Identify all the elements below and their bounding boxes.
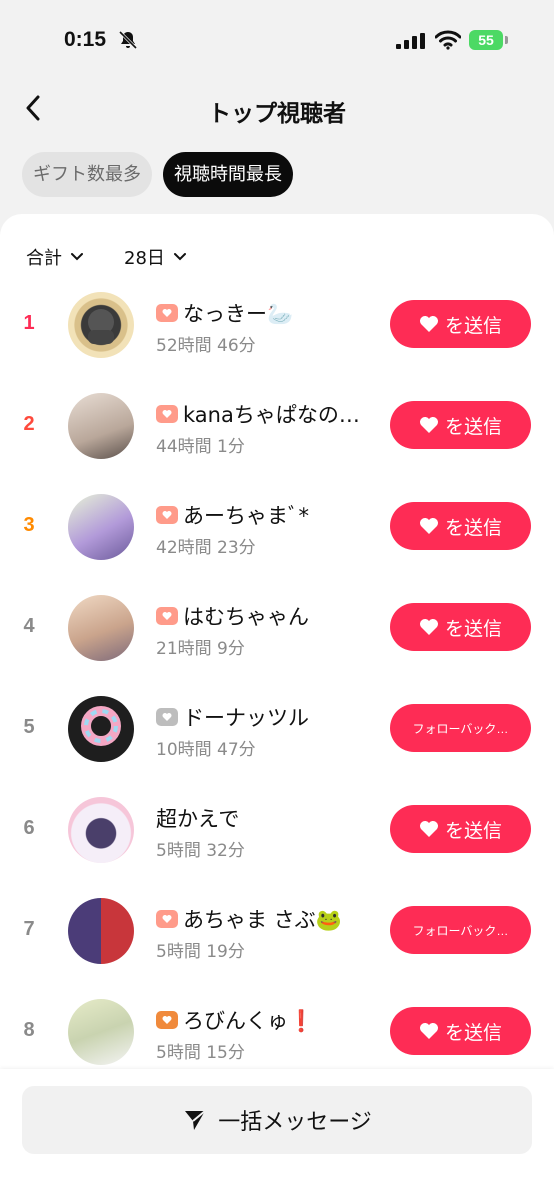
- watch-duration: 5時間 32分: [156, 841, 245, 861]
- viewer-name: あちゃま さぶ🐸: [183, 908, 342, 932]
- send-gift-button[interactable]: を送信: [390, 805, 531, 853]
- heart-icon: [419, 1023, 438, 1039]
- rank-number: 7: [23, 918, 35, 940]
- avatar[interactable]: [68, 999, 134, 1065]
- chevron-down-icon: [173, 253, 186, 261]
- follow-back-label: フォローバック…: [412, 923, 509, 938]
- follow-back-label: フォローバック…: [412, 721, 509, 736]
- chevron-down-icon: [71, 253, 83, 261]
- viewer-sheet: 合計 28日 1 なっきー🦢 52時間 46分 を送信 2 kanaちゃぱなの……: [0, 214, 554, 1200]
- tab-longest-watch-time[interactable]: 視聴時間最長: [163, 152, 293, 197]
- bulk-message-button[interactable]: 一括メッセージ: [22, 1086, 532, 1154]
- rank-number: 3: [23, 514, 35, 536]
- heart-icon: [419, 417, 438, 433]
- battery-cap: [505, 36, 508, 44]
- status-bar: 0:15 55: [0, 0, 554, 84]
- watch-duration: 5時間 19分: [156, 942, 245, 962]
- status-time: 0:15: [64, 28, 107, 51]
- cellular-signal-icon: [396, 33, 425, 49]
- send-gift-label: を送信: [444, 618, 502, 640]
- list-item[interactable]: 7 あちゃま さぶ🐸 5時間 19分 フォローバック…: [0, 880, 554, 980]
- viewer-name: ろびんくゅ❗: [183, 1009, 315, 1033]
- filters: 合計 28日: [26, 244, 187, 270]
- heart-icon: [419, 821, 438, 837]
- rank-number: 6: [23, 817, 35, 839]
- period-filter-dropdown[interactable]: 28日: [124, 244, 187, 270]
- bulk-message-label: 一括メッセージ: [218, 1110, 372, 1135]
- send-gift-button[interactable]: を送信: [390, 401, 531, 449]
- bell-slash-icon: [118, 30, 138, 50]
- watch-duration: 42時間 23分: [156, 538, 256, 558]
- send-gift-label: を送信: [444, 315, 502, 337]
- send-gift-label: を送信: [444, 1022, 502, 1044]
- list-item[interactable]: 3 あーちゃまﾞ* 42時間 23分 を送信: [0, 476, 554, 576]
- fan-level-badge-icon: [156, 910, 178, 928]
- avatar[interactable]: [68, 494, 134, 560]
- fan-level-badge-icon: [156, 304, 178, 322]
- send-gift-label: を送信: [444, 416, 502, 438]
- watch-duration: 10時間 47分: [156, 740, 256, 760]
- send-gift-label: を送信: [444, 820, 502, 842]
- battery-indicator: 55: [469, 30, 503, 50]
- watch-duration: 52時間 46分: [156, 336, 256, 356]
- rank-number: 5: [23, 716, 35, 738]
- sort-tabs: ギフト数最多 視聴時間最長: [22, 152, 293, 197]
- send-arrow-icon: [185, 1110, 206, 1130]
- rank-number: 2: [23, 413, 35, 435]
- viewer-name: なっきー🦢: [183, 302, 294, 326]
- avatar[interactable]: [68, 797, 134, 863]
- watch-duration: 5時間 15分: [156, 1043, 245, 1063]
- viewer-name: はむちゃゃん: [183, 605, 309, 629]
- fan-level-badge-icon: [156, 506, 178, 524]
- wifi-icon: [435, 30, 461, 50]
- list-item[interactable]: 8 ろびんくゅ❗ 5時間 15分 を送信: [0, 981, 554, 1069]
- list-item[interactable]: 6 超かえで 5時間 32分 を送信: [0, 779, 554, 879]
- fan-level-badge-icon: [156, 1011, 178, 1029]
- fan-level-badge-icon: [156, 708, 178, 726]
- heart-icon: [419, 316, 438, 332]
- list-item[interactable]: 4 はむちゃゃん 21時間 9分 を送信: [0, 577, 554, 677]
- list-item[interactable]: 2 kanaちゃぱなの… 44時間 1分 を送信: [0, 375, 554, 475]
- avatar[interactable]: [68, 292, 134, 358]
- rank-number: 4: [23, 615, 35, 637]
- period-filter-label: 28日: [124, 248, 165, 269]
- avatar[interactable]: [68, 898, 134, 964]
- viewer-list: 1 なっきー🦢 52時間 46分 を送信 2 kanaちゃぱなの… 44時間 1…: [0, 274, 554, 1069]
- viewer-name: 超かえで: [156, 807, 240, 831]
- rank-number: 1: [23, 312, 35, 334]
- rank-number: 8: [23, 1019, 35, 1041]
- fan-level-badge-icon: [156, 607, 178, 625]
- follow-back-button[interactable]: フォローバック…: [390, 906, 531, 954]
- avatar[interactable]: [68, 595, 134, 661]
- total-filter-label: 合計: [26, 248, 62, 269]
- heart-icon: [419, 518, 438, 534]
- send-gift-button[interactable]: を送信: [390, 1007, 531, 1055]
- viewer-name: あーちゃまﾞ*: [183, 504, 309, 528]
- viewer-name: kanaちゃぱなの…: [183, 403, 360, 427]
- list-item[interactable]: 1 なっきー🦢 52時間 46分 を送信: [0, 274, 554, 374]
- viewer-name: ドーナッツル: [183, 706, 309, 730]
- total-filter-dropdown[interactable]: 合計: [26, 244, 84, 270]
- tab-most-gifts[interactable]: ギフト数最多: [22, 152, 152, 197]
- watch-duration: 21時間 9分: [156, 639, 245, 659]
- bottom-action-area: 一括メッセージ: [0, 1069, 554, 1200]
- avatar[interactable]: [68, 696, 134, 762]
- follow-back-button[interactable]: フォローバック…: [390, 704, 531, 752]
- list-item[interactable]: 5 ドーナッツル 10時間 47分 フォローバック…: [0, 678, 554, 778]
- page-title: トップ視聴者: [208, 101, 346, 127]
- fan-level-badge-icon: [156, 405, 178, 423]
- watch-duration: 44時間 1分: [156, 437, 245, 457]
- heart-icon: [419, 619, 438, 635]
- nav-bar: トップ視聴者: [0, 84, 554, 132]
- send-gift-label: を送信: [444, 517, 502, 539]
- send-gift-button[interactable]: を送信: [390, 502, 531, 550]
- send-gift-button[interactable]: を送信: [390, 300, 531, 348]
- avatar[interactable]: [68, 393, 134, 459]
- send-gift-button[interactable]: を送信: [390, 603, 531, 651]
